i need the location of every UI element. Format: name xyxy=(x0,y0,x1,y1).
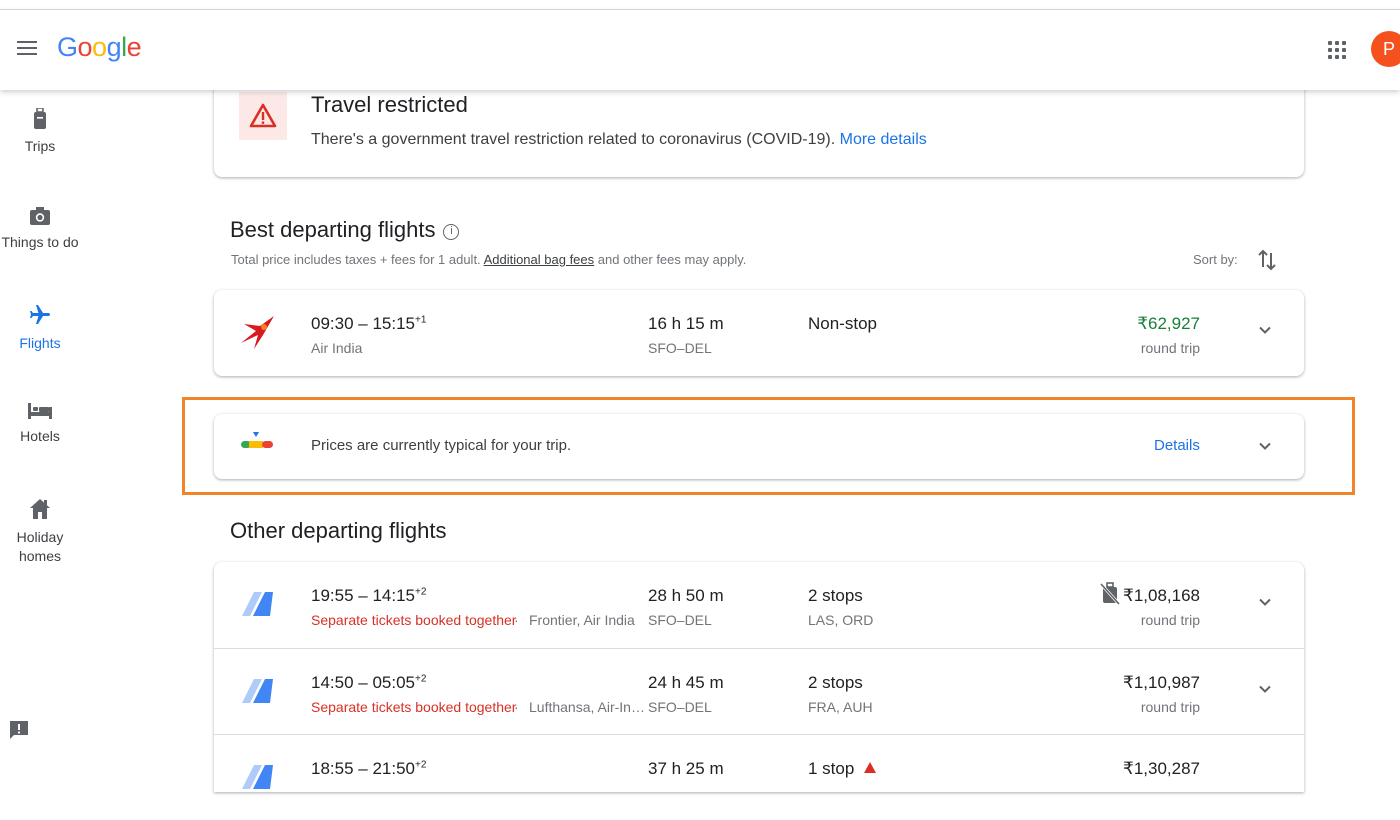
sort-by-label: Sort by: xyxy=(1193,252,1238,267)
price-type: round trip xyxy=(1140,612,1200,628)
day-offset: +1 xyxy=(414,314,427,326)
flight-duration: 28 h 50 m xyxy=(648,586,724,605)
chevron-down-icon[interactable] xyxy=(1259,596,1271,608)
logo-letter: o xyxy=(92,32,107,62)
account-avatar[interactable]: P xyxy=(1371,31,1400,67)
flight-price: ₹1,08,168 xyxy=(1123,586,1200,605)
airline-name: Lufthansa, Air-In… xyxy=(529,699,645,715)
flight-duration: 37 h 25 m xyxy=(648,759,724,778)
flight-price: ₹1,10,987 xyxy=(1123,673,1200,692)
bed-icon xyxy=(28,403,52,419)
day-offset: +2 xyxy=(414,673,427,685)
info-icon[interactable]: i xyxy=(443,224,460,240)
airplane-icon xyxy=(30,305,50,324)
air-india-logo-icon xyxy=(241,316,274,349)
other-flights-heading: Other departing flights xyxy=(230,518,447,543)
flight-row[interactable]: 09:30 – 15:15+1 Air India 16 h 15 m SFO–… xyxy=(214,290,1304,376)
restriction-title: Travel restricted xyxy=(311,92,468,117)
top-app-bar: Google P xyxy=(0,10,1400,90)
highlight-box xyxy=(182,397,1355,495)
stops-text: 1 stop xyxy=(808,759,855,778)
airline-name: Air India xyxy=(311,340,363,356)
sidebar-item-flights[interactable]: Flights xyxy=(0,303,80,351)
restriction-text: There's a government travel restriction … xyxy=(311,131,836,148)
house-icon xyxy=(30,499,50,519)
best-flights-title: Best departing flights xyxy=(230,217,436,242)
separator-dot: · xyxy=(514,699,519,715)
flight-price: ₹62,927 xyxy=(1137,314,1200,333)
feedback-icon[interactable] xyxy=(8,720,30,740)
luggage-icon xyxy=(34,108,46,129)
sidebar-item-label: Flights xyxy=(19,335,61,351)
more-details-link[interactable]: More details xyxy=(840,131,927,148)
day-offset: +2 xyxy=(414,759,427,771)
stop-airports: LAS, ORD xyxy=(808,612,874,628)
restriction-text-line: There's a government travel restriction … xyxy=(311,131,927,149)
camera-icon xyxy=(30,207,50,225)
chevron-down-icon[interactable] xyxy=(1259,683,1271,695)
multi-airline-icon xyxy=(242,592,273,616)
flight-stops: Non-stop xyxy=(808,314,877,333)
flight-stops: 1 stop xyxy=(808,759,877,779)
main-menu-icon[interactable] xyxy=(17,41,37,57)
sidebar-item-things-to-do[interactable]: Things to do xyxy=(0,206,80,250)
depart-arrive-times: 19:55 – 14:15 xyxy=(311,586,415,605)
best-flights-list: 09:30 – 15:15+1 Air India 16 h 15 m SFO–… xyxy=(214,290,1304,376)
google-apps-icon[interactable] xyxy=(1328,41,1346,59)
logo-letter: g xyxy=(106,32,122,62)
flight-price: ₹1,30,287 xyxy=(1123,759,1200,778)
multi-airline-icon xyxy=(242,679,273,703)
separate-tickets-warning[interactable]: Separate tickets booked together xyxy=(311,612,516,628)
flight-row[interactable]: 18:55 – 21:50+2 37 h 25 m 1 stop ₹1,30,2… xyxy=(214,734,1304,820)
flight-row[interactable]: 19:55 – 14:15+2 Separate tickets booked … xyxy=(214,562,1304,648)
sidebar-item-holiday-homes[interactable]: Holiday homes xyxy=(0,498,80,566)
multi-airline-icon xyxy=(242,765,273,789)
logo-letter: e xyxy=(126,32,142,62)
separate-tickets-warning[interactable]: Separate tickets booked together xyxy=(311,699,516,715)
flight-duration: 24 h 45 m xyxy=(648,673,724,692)
sidebar-item-hotels[interactable]: Hotels xyxy=(0,402,80,444)
logo-letter: o xyxy=(77,32,93,62)
flight-stops: 2 stops xyxy=(808,673,863,692)
sidebar-item-label: Hotels xyxy=(20,428,60,444)
price-type: round trip xyxy=(1140,699,1200,715)
flight-times: 14:50 – 05:05+2 xyxy=(311,673,426,693)
flight-times: 09:30 – 15:15+1 xyxy=(311,314,426,334)
separator-dot: · xyxy=(514,612,519,628)
flight-route: SFO–DEL xyxy=(648,699,712,715)
flight-times: 19:55 – 14:15+2 xyxy=(311,586,426,606)
depart-arrive-times: 09:30 – 15:15 xyxy=(311,314,415,333)
flight-route: SFO–DEL xyxy=(648,612,712,628)
chevron-down-icon[interactable] xyxy=(1259,324,1271,336)
price-note-suffix: and other fees may apply. xyxy=(594,252,747,267)
sidebar-item-trips[interactable]: Trips xyxy=(0,108,80,154)
flight-row[interactable]: 14:50 – 05:05+2 Separate tickets booked … xyxy=(214,648,1304,734)
travel-restriction-card: Travel restricted There's a government t… xyxy=(214,80,1304,177)
flight-duration: 16 h 15 m xyxy=(648,314,724,333)
bag-fees-link[interactable]: Additional bag fees xyxy=(484,252,595,267)
airline-name: Frontier, Air India xyxy=(529,612,635,628)
sidebar-item-label: Holiday homes xyxy=(16,529,64,564)
sort-icon[interactable] xyxy=(1257,248,1277,272)
google-logo[interactable]: Google xyxy=(57,32,142,63)
price-note: Total price includes taxes + fees for 1 … xyxy=(231,252,746,267)
day-offset: +2 xyxy=(414,586,427,598)
flight-times: 18:55 – 21:50+2 xyxy=(311,759,426,779)
logo-letter: G xyxy=(57,32,78,62)
other-flights-list: 19:55 – 14:15+2 Separate tickets booked … xyxy=(214,562,1304,792)
price-note-prefix: Total price includes taxes + fees for 1 … xyxy=(231,252,484,267)
flight-route: SFO–DEL xyxy=(648,340,712,356)
sidebar-item-label: Trips xyxy=(24,138,56,154)
warning-icon-box xyxy=(239,92,287,140)
best-flights-heading: Best departing flights i xyxy=(230,217,460,243)
sidebar-item-label: Things to do xyxy=(1,234,79,250)
price-type: round trip xyxy=(1140,340,1200,356)
warning-triangle-icon xyxy=(249,103,277,128)
depart-arrive-times: 18:55 – 21:50 xyxy=(311,759,415,778)
no-carry-on-icon xyxy=(1100,582,1120,606)
flight-stops: 2 stops xyxy=(808,586,863,605)
depart-arrive-times: 14:50 – 05:05 xyxy=(311,673,415,692)
stop-airports: FRA, AUH xyxy=(808,699,873,715)
